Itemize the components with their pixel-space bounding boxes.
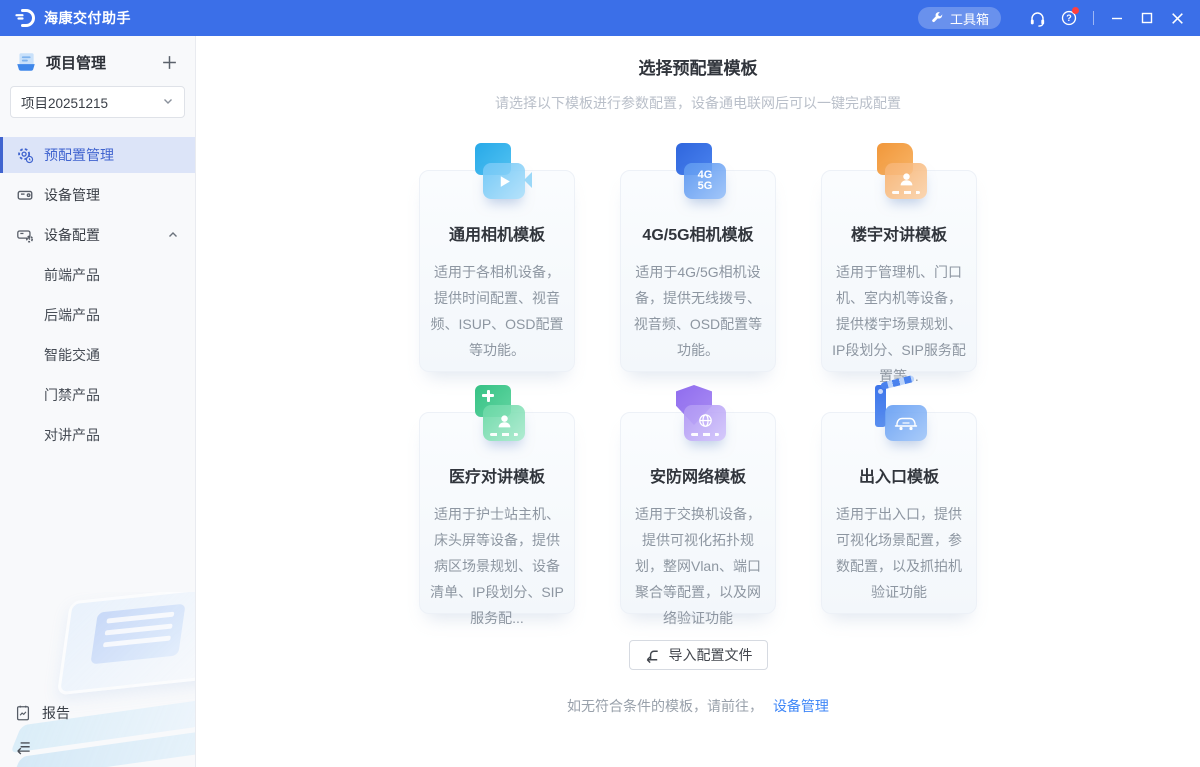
headset-icon (1028, 9, 1047, 28)
sidebar: 项目管理 项目20251215 (0, 36, 196, 767)
entrance-exit-icon (869, 385, 929, 445)
toolbox-label: 工具箱 (950, 9, 989, 28)
maximize-button[interactable] (1132, 0, 1162, 36)
app-logo-icon (14, 7, 36, 29)
template-card-building-intercom[interactable]: 楼宇对讲模板 适用于管理机、门口机、室内机等设备，提供楼宇场景规划、IP段划分、… (821, 170, 977, 372)
close-button[interactable] (1162, 0, 1192, 36)
template-cards-grid: 通用相机模板 适用于各相机设备，提供时间配置、视音频、ISUP、OSD配置等功能… (419, 170, 977, 614)
sidebar-item-label: 设备配置 (44, 225, 100, 245)
template-card-medical-intercom[interactable]: 医疗对讲模板 适用于护士站主机、床头屏等设备，提供病区场景规划、设备清单、IP段… (419, 412, 575, 614)
card-description: 适用于护士站主机、床头屏等设备，提供病区场景规划、设备清单、IP段划分、SIP服… (428, 501, 566, 631)
project-section-title: 项目管理 (46, 52, 159, 73)
template-card-general-camera[interactable]: 通用相机模板 适用于各相机设备，提供时间配置、视音频、ISUP、OSD配置等功能… (419, 170, 575, 372)
project-section-header: 项目管理 (0, 36, 195, 80)
help-button[interactable]: ? (1053, 0, 1085, 36)
card-description: 适用于管理机、门口机、室内机等设备，提供楼宇场景规划、IP段划分、SIP服务配置… (830, 259, 968, 389)
building-intercom-icon (869, 143, 929, 203)
minimize-button[interactable] (1102, 0, 1132, 36)
project-selector-value: 项目20251215 (21, 92, 108, 112)
sidebar-subitem-intelligent-traffic[interactable]: 智能交通 (0, 337, 195, 373)
sidebar-subitem-label: 对讲产品 (44, 425, 100, 445)
template-card-entrance-exit[interactable]: 出入口模板 适用于出入口，提供可视化场景配置，参数配置，以及抓拍机验证功能 (821, 412, 977, 614)
card-title: 医疗对讲模板 (420, 463, 574, 487)
sidebar-subitem-label: 前端产品 (44, 265, 100, 285)
chevron-down-icon (162, 95, 174, 110)
sidebar-item-device-config[interactable]: 设备配置 (0, 217, 195, 253)
support-button[interactable] (1021, 0, 1053, 36)
sidebar-nav: 预配置管理 设备管理 (0, 133, 195, 457)
sidebar-subitem-label: 后端产品 (44, 305, 100, 325)
camera-icon (467, 143, 527, 203)
sidebar-item-preconfig-management[interactable]: 预配置管理 (0, 137, 195, 173)
sidebar-subitem-label: 智能交通 (44, 345, 100, 365)
sidebar-item-report[interactable]: 报告 (0, 695, 195, 731)
app-title: 海康交付助手 (44, 8, 131, 28)
sidebar-subitem-back-end-products[interactable]: 后端产品 (0, 297, 195, 333)
collapse-sidebar-icon (14, 738, 33, 757)
report-label: 报告 (42, 703, 70, 723)
page-subtitle: 请选择以下模板进行参数配置，设备通电联网后可以一键完成配置 (495, 93, 901, 113)
close-icon (1170, 11, 1185, 26)
sidebar-item-label: 预配置管理 (44, 145, 114, 165)
device-management-link[interactable]: 设备管理 (773, 698, 829, 714)
sidebar-subitem-intercom-products[interactable]: 对讲产品 (0, 417, 195, 453)
project-selector[interactable]: 项目20251215 (10, 86, 185, 118)
footer-text: 如无符合条件的模板，请前往 (567, 698, 749, 714)
card-title: 通用相机模板 (420, 221, 574, 245)
badge-5g: 5G (698, 180, 713, 192)
card-title: 楼宇对讲模板 (822, 221, 976, 245)
security-network-icon (668, 385, 728, 445)
footer-comma: ， (749, 698, 763, 714)
sidebar-bottom: 报告 (0, 695, 195, 767)
page-title: 选择预配置模板 (639, 57, 758, 81)
chevron-up-icon[interactable] (167, 229, 179, 241)
import-icon (644, 647, 661, 664)
footer-note: 如无符合条件的模板，请前往， 设备管理 (567, 696, 829, 716)
sidebar-collapse-button[interactable] (0, 731, 195, 763)
sidebar-item-device-management[interactable]: 设备管理 (0, 177, 195, 213)
medical-intercom-icon (467, 385, 527, 445)
sidebar-subitem-front-end-products[interactable]: 前端产品 (0, 257, 195, 293)
sidebar-item-label: 设备管理 (44, 185, 100, 205)
card-title: 安防网络模板 (621, 463, 775, 487)
toolbox-button[interactable]: 工具箱 (918, 7, 1001, 29)
svg-text:?: ? (1066, 13, 1072, 23)
project-ledger-icon (14, 50, 38, 74)
titlebar-separator (1093, 11, 1094, 25)
template-card-4g5g-camera[interactable]: 4G 5G 4G/5G相机模板 适用于4G/5G相机设备，提供无线拨号、视音频、… (620, 170, 776, 372)
maximize-icon (1140, 11, 1154, 25)
card-title: 出入口模板 (822, 463, 976, 487)
device-gear-icon (16, 226, 34, 244)
gear-icon (16, 146, 34, 164)
notification-dot (1072, 7, 1079, 14)
device-box-icon (16, 186, 34, 204)
sidebar-subitem-label: 门禁产品 (44, 385, 100, 405)
import-config-button[interactable]: 导入配置文件 (629, 640, 768, 670)
report-document-icon (14, 704, 32, 722)
titlebar: 海康交付助手 工具箱 ? (0, 0, 1200, 36)
card-description: 适用于各相机设备，提供时间配置、视音频、ISUP、OSD配置等功能。 (428, 259, 566, 363)
sidebar-subitem-access-control-products[interactable]: 门禁产品 (0, 377, 195, 413)
add-project-button[interactable] (159, 52, 179, 72)
minimize-icon (1110, 11, 1124, 25)
import-button-label: 导入配置文件 (669, 645, 753, 665)
card-description: 适用于出入口，提供可视化场景配置，参数配置，以及抓拍机验证功能 (830, 501, 968, 605)
wrench-icon (930, 11, 944, 25)
plus-icon (161, 54, 178, 71)
card-description: 适用于4G/5G相机设备，提供无线拨号、视音频、OSD配置等功能。 (629, 259, 767, 363)
4g5g-camera-icon: 4G 5G (668, 143, 728, 203)
main-content: 选择预配置模板 请选择以下模板进行参数配置，设备通电联网后可以一键完成配置 通用… (196, 36, 1200, 767)
template-card-security-network[interactable]: 安防网络模板 适用于交换机设备，提供可视化拓扑规划，整网Vlan、端口聚合等配置… (620, 412, 776, 614)
card-description: 适用于交换机设备，提供可视化拓扑规划，整网Vlan、端口聚合等配置，以及网络验证… (629, 501, 767, 631)
card-title: 4G/5G相机模板 (621, 221, 775, 245)
